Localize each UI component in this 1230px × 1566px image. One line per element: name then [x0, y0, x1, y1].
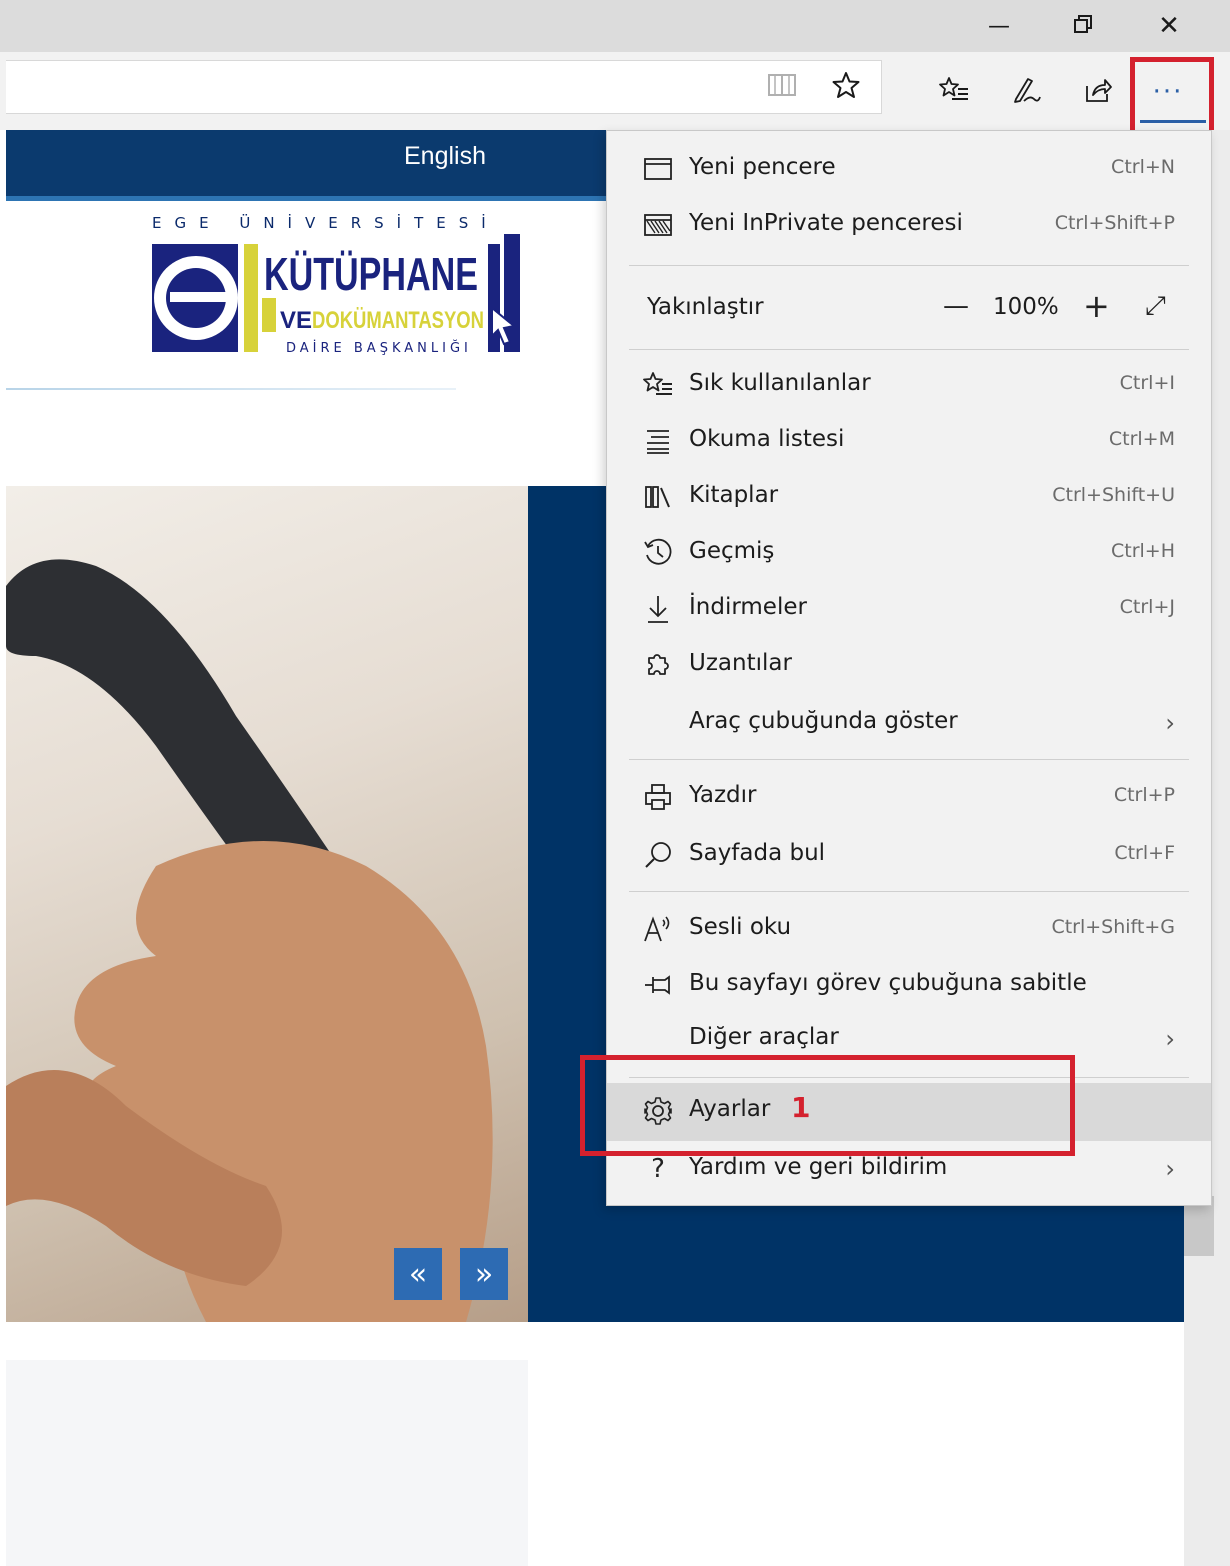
book-icon: [767, 72, 797, 102]
menu-item-new-window[interactable]: Yeni pencere Ctrl+N: [607, 141, 1211, 197]
menu-item-downloads[interactable]: İndirmeler Ctrl+J: [607, 581, 1211, 637]
menu-item-shortcut: Ctrl+F: [1114, 842, 1175, 864]
menu-item-history[interactable]: Geçmiş Ctrl+H: [607, 525, 1211, 581]
extensions-icon: [641, 649, 675, 681]
history-icon: [641, 537, 675, 569]
menu-separator: [629, 759, 1189, 760]
zoom-in-button[interactable]: +: [1083, 287, 1110, 325]
menu-item-read-aloud[interactable]: Sesli oku Ctrl+Shift+G: [607, 901, 1211, 957]
chevron-right-icon: ›: [1165, 1025, 1175, 1053]
logo-subtitle: DOKÜMANTASYON: [312, 307, 484, 334]
menu-item-label: Geçmiş: [689, 538, 775, 564]
reading-view-button[interactable]: [758, 63, 806, 111]
download-icon: [641, 593, 675, 625]
favorites-list-icon: [938, 75, 970, 109]
menu-item-label: Diğer araçlar: [689, 1024, 839, 1050]
menu-item-label: İndirmeler: [689, 594, 807, 620]
chevron-right-icon: ›: [1165, 709, 1175, 737]
menu-item-shortcut: Ctrl+P: [1113, 784, 1175, 806]
share-icon: [1083, 76, 1113, 108]
zoom-out-button[interactable]: —: [943, 291, 969, 321]
help-icon: ?: [651, 1154, 665, 1184]
menu-item-show-in-toolbar[interactable]: Araç çubuğunda göster ›: [607, 695, 1211, 751]
pin-icon: [641, 969, 675, 1001]
minimize-button[interactable]: —: [954, 0, 1044, 52]
menu-item-label: Yardım ve geri bildirim: [689, 1154, 948, 1180]
menu-item-label: Okuma listesi: [689, 426, 845, 452]
menu-item-pin-to-taskbar[interactable]: Bu sayfayı görev çubuğuna sabitle: [607, 957, 1211, 1013]
header-divider: [6, 388, 456, 390]
content-block: [6, 1360, 528, 1566]
pen-icon: [1010, 75, 1042, 109]
menu-item-shortcut: Ctrl+N: [1111, 156, 1175, 178]
menu-item-label: Sesli oku: [689, 914, 792, 940]
browser-toolbar: ···: [0, 52, 1230, 130]
menu-item-extensions[interactable]: Uzantılar: [607, 637, 1211, 693]
web-notes-button[interactable]: [1002, 68, 1050, 116]
fullscreen-button[interactable]: ⤢: [1145, 291, 1166, 322]
close-icon: ✕: [1158, 11, 1180, 41]
window-titlebar: — ✕: [0, 0, 1230, 52]
window-icon: [641, 153, 675, 185]
menu-item-shortcut: Ctrl+Shift+G: [1051, 916, 1175, 938]
menu-item-shortcut: Ctrl+Shift+U: [1052, 484, 1175, 506]
restore-icon: [1072, 13, 1094, 39]
slider-next-button[interactable]: »: [460, 1248, 508, 1300]
settings-and-more-menu: Yeni pencere Ctrl+N Yeni InPrivate pence…: [606, 130, 1212, 1206]
menu-item-label: Araç çubuğunda göster: [689, 708, 958, 734]
inprivate-icon: [641, 209, 675, 241]
menu-item-label: Yazdır: [689, 782, 757, 808]
favorites-hub-button[interactable]: [930, 68, 978, 116]
star-icon: [831, 70, 861, 104]
menu-separator: [629, 891, 1189, 892]
menu-item-label: Uzantılar: [689, 650, 792, 676]
menu-item-label: Yeni pencere: [689, 154, 836, 180]
menu-separator: [629, 265, 1189, 266]
print-icon: [641, 781, 675, 813]
menu-item-label: Sık kullanılanlar: [689, 370, 871, 396]
menu-item-print[interactable]: Yazdır Ctrl+P: [607, 769, 1211, 825]
menu-item-zoom: Yakınlaştır — 100% + ⤢: [607, 281, 1211, 337]
books-icon: [641, 481, 675, 513]
menu-item-favorites[interactable]: Sık kullanılanlar Ctrl+I: [607, 357, 1211, 413]
logo-ve: VE: [280, 307, 312, 334]
menu-item-shortcut: Ctrl+M: [1108, 428, 1175, 450]
menu-item-shortcut: Ctrl+Shift+P: [1054, 212, 1175, 234]
english-language-link[interactable]: English: [404, 142, 486, 171]
restore-button[interactable]: [1038, 0, 1128, 52]
settings-highlight: [580, 1055, 1075, 1156]
logo-bottom-line: DAİRE BAŞKANLIĞI: [286, 340, 472, 356]
chevron-right-icon: ›: [1165, 1155, 1175, 1183]
logo-top-line: EGE ÜNİVERSİTESİ: [152, 213, 499, 232]
read-aloud-icon: [641, 913, 675, 945]
menu-separator: [629, 349, 1189, 350]
add-favorite-button[interactable]: [822, 63, 870, 111]
address-bar[interactable]: [6, 60, 882, 114]
menu-item-shortcut: Ctrl+J: [1119, 596, 1175, 618]
menu-item-label: Sayfada bul: [689, 840, 826, 866]
favorites-icon: [641, 369, 675, 401]
reading-list-icon: [641, 425, 675, 457]
share-button[interactable]: [1074, 68, 1122, 116]
menu-item-reading-list[interactable]: Okuma listesi Ctrl+M: [607, 413, 1211, 469]
slider-prev-button[interactable]: «: [394, 1248, 442, 1300]
menu-item-shortcut: Ctrl+I: [1119, 372, 1175, 394]
menu-item-label: Bu sayfayı görev çubuğuna sabitle: [689, 970, 1087, 996]
library-logo[interactable]: EGE ÜNİVERSİTESİ KÜTÜPHANE VE DOKÜMANTAS…: [152, 208, 530, 358]
menu-item-new-inprivate-window[interactable]: Yeni InPrivate penceresi Ctrl+Shift+P: [607, 197, 1211, 253]
menu-item-shortcut: Ctrl+H: [1110, 540, 1175, 562]
hero-slide-image: [6, 486, 528, 1322]
zoom-value: 100%: [993, 294, 1059, 320]
close-button[interactable]: ✕: [1124, 0, 1214, 52]
menu-item-label: Kitaplar: [689, 482, 779, 508]
menu-item-find-on-page[interactable]: Sayfada bul Ctrl+F: [607, 827, 1211, 883]
menu-item-label: Yeni InPrivate penceresi: [689, 210, 963, 236]
minimize-icon: —: [988, 13, 1010, 39]
menu-item-books[interactable]: Kitaplar Ctrl+Shift+U: [607, 469, 1211, 525]
logo-title: KÜTÜPHANE: [264, 248, 478, 300]
zoom-label: Yakınlaştır: [647, 294, 764, 320]
find-icon: [641, 839, 675, 871]
